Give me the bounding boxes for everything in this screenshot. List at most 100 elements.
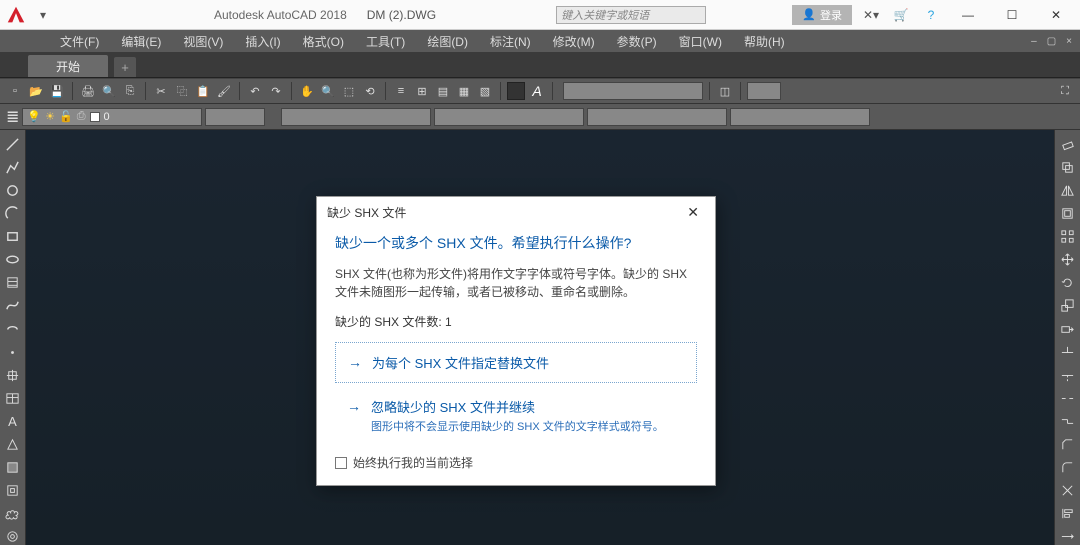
table-icon[interactable] [4, 390, 22, 407]
hatch-icon[interactable] [4, 274, 22, 291]
stretch-icon[interactable] [1059, 321, 1077, 338]
menu-view[interactable]: 视图(V) [173, 31, 233, 52]
menu-insert[interactable]: 插入(I) [235, 31, 290, 52]
point-icon[interactable] [4, 344, 22, 361]
undo-icon[interactable]: ↶ [246, 82, 264, 100]
render-icon[interactable] [507, 82, 525, 100]
cut-icon[interactable]: ✂ [152, 82, 170, 100]
copy-icon[interactable]: ⿻ [173, 82, 191, 100]
menu-help[interactable]: 帮助(H) [734, 31, 795, 52]
minimize-button[interactable]: — [950, 1, 986, 29]
doc-minimize-icon[interactable]: – [1027, 36, 1041, 47]
help-icon[interactable]: ? [920, 6, 942, 24]
menu-format[interactable]: 格式(O) [293, 31, 354, 52]
fillet-icon[interactable] [1059, 459, 1077, 476]
close-button[interactable]: ✕ [1038, 1, 1074, 29]
tool-palettes-icon[interactable]: ▤ [434, 82, 452, 100]
plot-preview-icon[interactable]: 🔍 [100, 82, 118, 100]
trim-icon[interactable] [1059, 344, 1077, 361]
menu-tools[interactable]: 工具(T) [356, 31, 415, 52]
block-icon[interactable]: ◫ [716, 82, 734, 100]
revision-cloud-icon[interactable] [4, 505, 22, 522]
plotstyle-combo[interactable] [587, 108, 727, 126]
layer-properties-icon[interactable]: ≣ [6, 107, 19, 127]
new-icon[interactable]: ▫ [6, 82, 24, 100]
print-icon[interactable]: 🖨 [79, 82, 97, 100]
explode-icon[interactable] [1059, 482, 1077, 499]
extend-icon[interactable] [1059, 367, 1077, 384]
doc-restore-icon[interactable]: ▢ [1043, 36, 1060, 47]
donut-icon[interactable] [4, 528, 22, 545]
copy-modify-icon[interactable] [1059, 159, 1077, 176]
menu-dimension[interactable]: 标注(N) [480, 31, 541, 52]
lineweight-combo[interactable] [434, 108, 584, 126]
markup-icon[interactable]: ▧ [476, 82, 494, 100]
design-center-icon[interactable]: ⊞ [413, 82, 431, 100]
search-input[interactable]: 键入关键字或短语 [556, 6, 706, 24]
block-insert-icon[interactable] [4, 367, 22, 384]
dialog-close-button[interactable]: ✕ [681, 202, 705, 223]
workspace-combo[interactable] [563, 82, 703, 100]
menu-file[interactable]: 文件(F) [50, 31, 109, 52]
open-icon[interactable]: 📂 [27, 82, 45, 100]
mtext-icon[interactable]: A [4, 413, 22, 430]
menu-edit[interactable]: 编辑(E) [111, 31, 171, 52]
properties-icon[interactable]: ≡ [392, 82, 410, 100]
menu-draw[interactable]: 绘图(D) [417, 31, 478, 52]
login-button[interactable]: 👤 登录 [792, 5, 852, 25]
menu-parametric[interactable]: 参数(P) [607, 31, 667, 52]
lengthen-icon[interactable] [1059, 528, 1077, 545]
sheet-set-icon[interactable]: ▦ [455, 82, 473, 100]
layer-tools-combo[interactable] [205, 108, 265, 126]
save-icon[interactable]: 💾 [48, 82, 66, 100]
menu-modify[interactable]: 修改(M) [543, 31, 605, 52]
move-icon[interactable] [1059, 251, 1077, 268]
zoom-realtime-icon[interactable]: 🔍 [319, 82, 337, 100]
break-icon[interactable] [1059, 390, 1077, 407]
zoom-window-icon[interactable]: ⬚ [340, 82, 358, 100]
gradient-icon[interactable] [4, 459, 22, 476]
maximize-button[interactable]: ☐ [994, 1, 1030, 29]
array-icon[interactable] [1059, 228, 1077, 245]
zoom-previous-icon[interactable]: ⟲ [361, 82, 379, 100]
boundary-icon[interactable] [4, 482, 22, 499]
tab-start[interactable]: 开始 [28, 55, 108, 77]
tab-add-button[interactable]: + [114, 57, 136, 77]
scale-icon[interactable] [1059, 297, 1077, 314]
awa-icon[interactable]: ⛶ [1056, 82, 1074, 100]
chamfer-icon[interactable] [1059, 436, 1077, 453]
pan-icon[interactable]: ✋ [298, 82, 316, 100]
cart-icon[interactable]: 🛒 [890, 6, 912, 24]
linetype-combo[interactable] [281, 108, 431, 126]
ellipse-arc-icon[interactable] [4, 321, 22, 338]
app-logo[interactable] [0, 0, 32, 30]
color-combo[interactable] [747, 82, 781, 100]
exchange-icon[interactable]: ✕▾ [860, 6, 882, 24]
mirror-icon[interactable] [1059, 182, 1077, 199]
rotate-icon[interactable] [1059, 274, 1077, 291]
menu-window[interactable]: 窗口(W) [669, 31, 732, 52]
option-specify-replacement[interactable]: → 为每个 SHX 文件指定替换文件 [335, 342, 697, 383]
region-icon[interactable] [4, 436, 22, 453]
publish-icon[interactable]: ⎘ [121, 82, 139, 100]
line-icon[interactable] [4, 136, 22, 153]
doc-close-icon[interactable]: × [1062, 36, 1076, 47]
dimstyle-combo[interactable] [730, 108, 870, 126]
align-icon[interactable] [1059, 505, 1077, 522]
option-ignore-continue[interactable]: → 忽略缺少的 SHX 文件并继续 图形中将不会显示使用缺少的 SHX 文件的文… [335, 391, 697, 440]
layer-combo[interactable]: 💡 ☀ 🔓 ⎙ 0 [22, 108, 202, 126]
match-properties-icon[interactable]: 🖌 [215, 82, 233, 100]
spline-icon[interactable] [4, 297, 22, 314]
polyline-icon[interactable] [4, 159, 22, 176]
qat-dropdown-icon[interactable]: ▾ [32, 6, 54, 24]
offset-icon[interactable] [1059, 205, 1077, 222]
arc-icon[interactable] [4, 205, 22, 222]
rectangle-icon[interactable] [4, 228, 22, 245]
text-style-icon[interactable]: A [528, 83, 546, 99]
redo-icon[interactable]: ↷ [267, 82, 285, 100]
always-checkbox[interactable] [335, 457, 347, 469]
paste-icon[interactable]: 📋 [194, 82, 212, 100]
circle-icon[interactable] [4, 182, 22, 199]
ellipse-icon[interactable] [4, 251, 22, 268]
erase-icon[interactable] [1059, 136, 1077, 153]
